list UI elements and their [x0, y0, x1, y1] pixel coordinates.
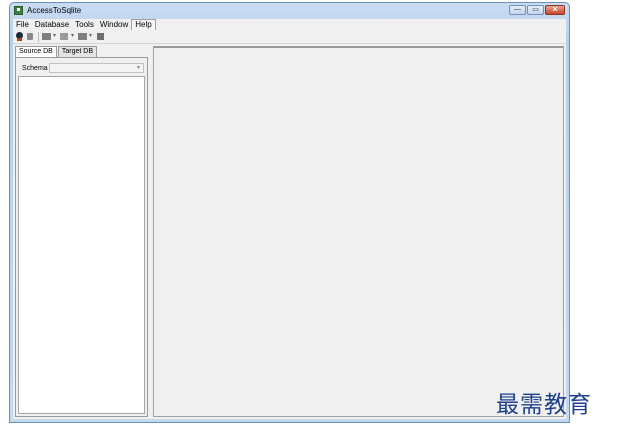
view-icon[interactable] [60, 32, 69, 41]
tab-target-db[interactable]: Target DB [57, 46, 97, 57]
menu-bar: File Database Tools Window Help [13, 19, 566, 31]
dropdown-icon[interactable]: ▾ [89, 32, 93, 41]
title-bar[interactable]: AccessToSqlite — ▭ ✕ [10, 3, 569, 19]
schema-select[interactable]: ▾ [49, 63, 144, 73]
menu-file[interactable]: File [13, 19, 32, 30]
maximize-icon: ▭ [532, 6, 539, 14]
app-window: AccessToSqlite — ▭ ✕ File Database Tools… [9, 2, 570, 423]
minimize-icon: — [514, 6, 521, 14]
menu-tools[interactable]: Tools [72, 19, 97, 30]
tab-content: Schema ▾ [15, 57, 148, 417]
connect-icon[interactable] [15, 32, 24, 41]
close-icon: ✕ [552, 6, 558, 14]
watermark: 最需教育 [496, 392, 592, 418]
object-tree[interactable] [18, 76, 145, 414]
panel-tabs: Source DB Target DB [15, 46, 98, 58]
table-icon[interactable] [42, 32, 51, 41]
chevron-down-icon: ▾ [136, 65, 140, 71]
client-area: File Database Tools Window Help ▾ ▾ ▾ So… [13, 19, 566, 419]
main-workspace[interactable] [153, 46, 564, 417]
grid-icon[interactable] [96, 32, 105, 41]
disconnect-icon[interactable] [26, 32, 35, 41]
schema-label: Schema [22, 65, 48, 72]
export-icon[interactable] [78, 32, 87, 41]
app-icon [14, 6, 23, 15]
window-title: AccessToSqlite [27, 6, 82, 15]
menu-database[interactable]: Database [32, 19, 72, 30]
minimize-button[interactable]: — [509, 5, 526, 15]
dropdown-icon[interactable]: ▾ [71, 32, 75, 41]
toolbar: ▾ ▾ ▾ [13, 30, 566, 44]
maximize-button[interactable]: ▭ [527, 5, 544, 15]
source-panel: Source DB Target DB Schema ▾ [15, 46, 148, 417]
menu-window[interactable]: Window [97, 19, 131, 30]
close-button[interactable]: ✕ [545, 5, 565, 15]
window-controls: — ▭ ✕ [509, 5, 565, 15]
toolbar-separator [38, 31, 39, 42]
dropdown-icon[interactable]: ▾ [53, 32, 57, 41]
